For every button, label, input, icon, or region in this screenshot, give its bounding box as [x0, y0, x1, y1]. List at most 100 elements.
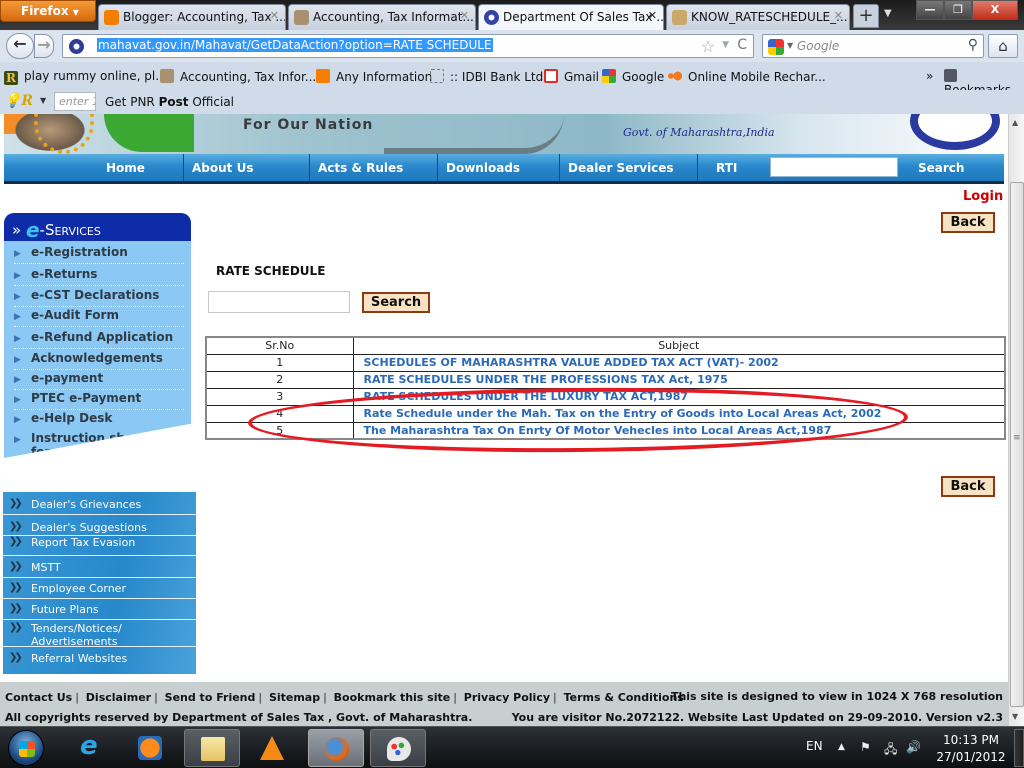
- scrollbar-thumb[interactable]: ≡: [1010, 182, 1024, 707]
- volume-icon[interactable]: 🔊: [906, 740, 921, 754]
- close-tab-icon[interactable]: ✕: [460, 9, 469, 22]
- footer-link-sitemap[interactable]: Sitemap: [269, 691, 320, 704]
- nav-acts-rules[interactable]: Acts & Rules: [310, 154, 438, 181]
- scroll-down-arrow-icon[interactable]: ▼: [1012, 712, 1018, 721]
- list-all-tabs-icon[interactable]: ▼: [884, 8, 892, 19]
- eservice-instruction-sheets[interactable]: ▶ Instruction sheets for e-Services: [14, 431, 174, 458]
- nav-rti[interactable]: RTI: [698, 154, 768, 181]
- rate-schedule-search-input[interactable]: [208, 291, 350, 313]
- bookmark-accounting[interactable]: Accounting, Tax Infor...: [160, 69, 316, 84]
- scroll-up-arrow-icon[interactable]: ▲: [1012, 118, 1018, 127]
- back-arrow-icon[interactable]: ←: [6, 33, 34, 59]
- back-button-bottom[interactable]: Back: [941, 476, 995, 497]
- row-subject-link[interactable]: The Maharashtra Tax On Enrty Of Motor Ve…: [352, 421, 1006, 440]
- show-hidden-icons-arrow[interactable]: ▲: [838, 742, 845, 752]
- quick-link-dealers-suggestions[interactable]: ❯❯ Dealer's Suggestions: [3, 518, 196, 536]
- url-text[interactable]: mahavat.gov.in/Mahavat/GetDataAction?opt…: [97, 38, 493, 52]
- tab-accounting[interactable]: Accounting, Tax Informat... ✕: [288, 4, 476, 30]
- search-magnifier-icon[interactable]: ⚲: [968, 37, 978, 53]
- close-window-button[interactable]: X: [972, 0, 1018, 20]
- eservice-e-cst-declarations[interactable]: ▶ e-CST Declarations: [14, 288, 184, 307]
- close-tab-icon[interactable]: ✕: [270, 9, 279, 22]
- bookmark-gmail[interactable]: Gmail: [544, 69, 599, 84]
- home-icon[interactable]: ⌂: [988, 34, 1018, 58]
- reload-icon[interactable]: C: [737, 37, 747, 53]
- tab-blogger[interactable]: Blogger: Accounting, Tax ... ✕: [98, 4, 286, 30]
- eservice-e-help-desk[interactable]: ▶ e-Help Desk: [14, 411, 184, 430]
- bookmark-idbi[interactable]: :: IDBI Bank Ltd ::: [430, 69, 555, 84]
- footer-link-terms[interactable]: Terms & Conditions: [564, 691, 684, 704]
- footer-link-contact-us[interactable]: Contact Us: [5, 691, 72, 704]
- google-icon[interactable]: [768, 39, 784, 55]
- show-desktop-button[interactable]: [1014, 729, 1024, 767]
- minimize-button[interactable]: —: [916, 0, 944, 20]
- history-dropdown-icon[interactable]: ▼: [722, 40, 729, 50]
- footer-link-privacy-policy[interactable]: Privacy Policy: [464, 691, 550, 704]
- row-subject-link[interactable]: RATE SCHEDULES UNDER THE LUXURY TAX ACT,…: [352, 387, 1006, 406]
- footer-link-send-to-friend[interactable]: Send to Friend: [165, 691, 256, 704]
- back-button-top[interactable]: Back: [941, 212, 995, 233]
- bookmark-mobile-recharge[interactable]: Online Mobile Rechar...: [668, 69, 826, 84]
- nav-dealer-services[interactable]: Dealer Services: [560, 154, 698, 181]
- chevron-down-icon[interactable]: ▼: [787, 41, 793, 50]
- login-link[interactable]: Login: [963, 189, 1003, 204]
- close-tab-icon[interactable]: ✕: [834, 9, 843, 22]
- eservice-e-returns[interactable]: ▶ e-Returns: [14, 267, 184, 286]
- footer-link-disclaimer[interactable]: Disclaimer: [86, 691, 151, 704]
- firefox-menu-button[interactable]: Firefox ▼: [0, 0, 96, 22]
- eservice-e-payment[interactable]: ▶ e-payment: [14, 371, 184, 390]
- quick-link-future-plans[interactable]: ❯❯ Future Plans: [3, 600, 196, 620]
- clock-date[interactable]: 27/01/2012: [936, 750, 1006, 764]
- eservice-e-registration[interactable]: ▶ e-Registration: [14, 245, 184, 264]
- taskbar-paint[interactable]: [370, 729, 426, 767]
- taskbar-windows-explorer[interactable]: [184, 729, 240, 767]
- pnr-addon-label[interactable]: Get PNR Post Official: [105, 95, 234, 109]
- bookmarks-overflow-chevron[interactable]: »: [926, 69, 933, 83]
- rate-schedule-search-button[interactable]: Search: [362, 292, 430, 313]
- chevron-down-icon[interactable]: ▼: [40, 96, 46, 105]
- taskbar-vlc[interactable]: [244, 729, 300, 767]
- eservice-e-audit-form[interactable]: ▶ e-Audit Form: [14, 308, 184, 327]
- taskbar-media-player[interactable]: [122, 729, 178, 767]
- tab-department-sales-tax[interactable]: Department Of Sales Tax ... ✕: [478, 4, 664, 30]
- quick-link-employee-corner[interactable]: ❯❯ Employee Corner: [3, 579, 196, 599]
- close-tab-icon[interactable]: ✕: [648, 9, 657, 22]
- quick-link-report-tax-evasion[interactable]: ❯❯ Report Tax Evasion: [3, 536, 196, 556]
- nav-downloads[interactable]: Downloads: [438, 154, 560, 181]
- site-identity-icon[interactable]: [69, 39, 84, 54]
- bookmark-google[interactable]: Google: [602, 69, 664, 84]
- taskbar-internet-explorer[interactable]: e: [64, 729, 120, 767]
- maximize-button[interactable]: ❐: [944, 0, 972, 20]
- bookmark-any-information[interactable]: Any Information: [316, 69, 432, 84]
- start-button[interactable]: [8, 730, 44, 766]
- quick-link-referral-websites[interactable]: ❯❯ Referral Websites: [3, 649, 196, 669]
- pnr-input[interactable]: enter 10: [54, 92, 96, 111]
- row-subject-link[interactable]: Rate Schedule under the Mah. Tax on the …: [352, 404, 1006, 423]
- eservice-e-refund-application[interactable]: ▶ e-Refund Application: [14, 330, 184, 349]
- row-subject-link[interactable]: SCHEDULES OF MAHARASHTRA VALUE ADDED TAX…: [352, 353, 1006, 372]
- bookmark-rummy[interactable]: Rplay rummy online, pl...: [4, 69, 167, 85]
- row-subject-link[interactable]: RATE SCHEDULES UNDER THE PROFESSIONS TAX…: [352, 370, 1006, 389]
- forward-arrow-icon[interactable]: →: [34, 34, 54, 58]
- language-indicator[interactable]: EN: [806, 739, 823, 753]
- nav-home[interactable]: Home: [4, 154, 184, 181]
- quick-link-tenders-notices[interactable]: ❯❯ Tenders/Notices/ Advertisements: [3, 621, 196, 648]
- bookmark-star-icon[interactable]: ☆: [701, 37, 715, 56]
- lightbulb-logo-icon[interactable]: 💡R: [4, 93, 33, 109]
- footer-link-bookmark-site[interactable]: Bookmark this site: [334, 691, 451, 704]
- eservice-acknowledgements[interactable]: ▶ Acknowledgements: [14, 351, 184, 370]
- new-tab-button[interactable]: +: [853, 4, 879, 28]
- eservice-ptec-e-payment[interactable]: ▶ PTEC e-Payment: [14, 391, 184, 410]
- site-search-input[interactable]: [770, 157, 898, 177]
- action-center-flag-icon[interactable]: ⚑: [860, 740, 871, 754]
- nav-about-us[interactable]: About Us: [184, 154, 310, 181]
- network-icon[interactable]: 🖧: [884, 740, 897, 761]
- site-search-button[interactable]: Search: [898, 154, 1004, 181]
- clock-time[interactable]: 10:13 PM: [940, 733, 1002, 747]
- quick-link-mstt[interactable]: ❯❯ MSTT: [3, 558, 196, 578]
- quick-link-dealers-grievances[interactable]: ❯❯ Dealer's Grievances: [3, 495, 196, 515]
- taskbar-firefox[interactable]: [308, 729, 364, 767]
- vertical-scrollbar[interactable]: ▲ ≡ ▼: [1008, 114, 1024, 726]
- address-bar[interactable]: mahavat.gov.in/Mahavat/GetDataAction?opt…: [62, 34, 754, 58]
- tab-know-rateschedule[interactable]: KNOW_RATESCHEDULE_... ✕: [666, 4, 850, 30]
